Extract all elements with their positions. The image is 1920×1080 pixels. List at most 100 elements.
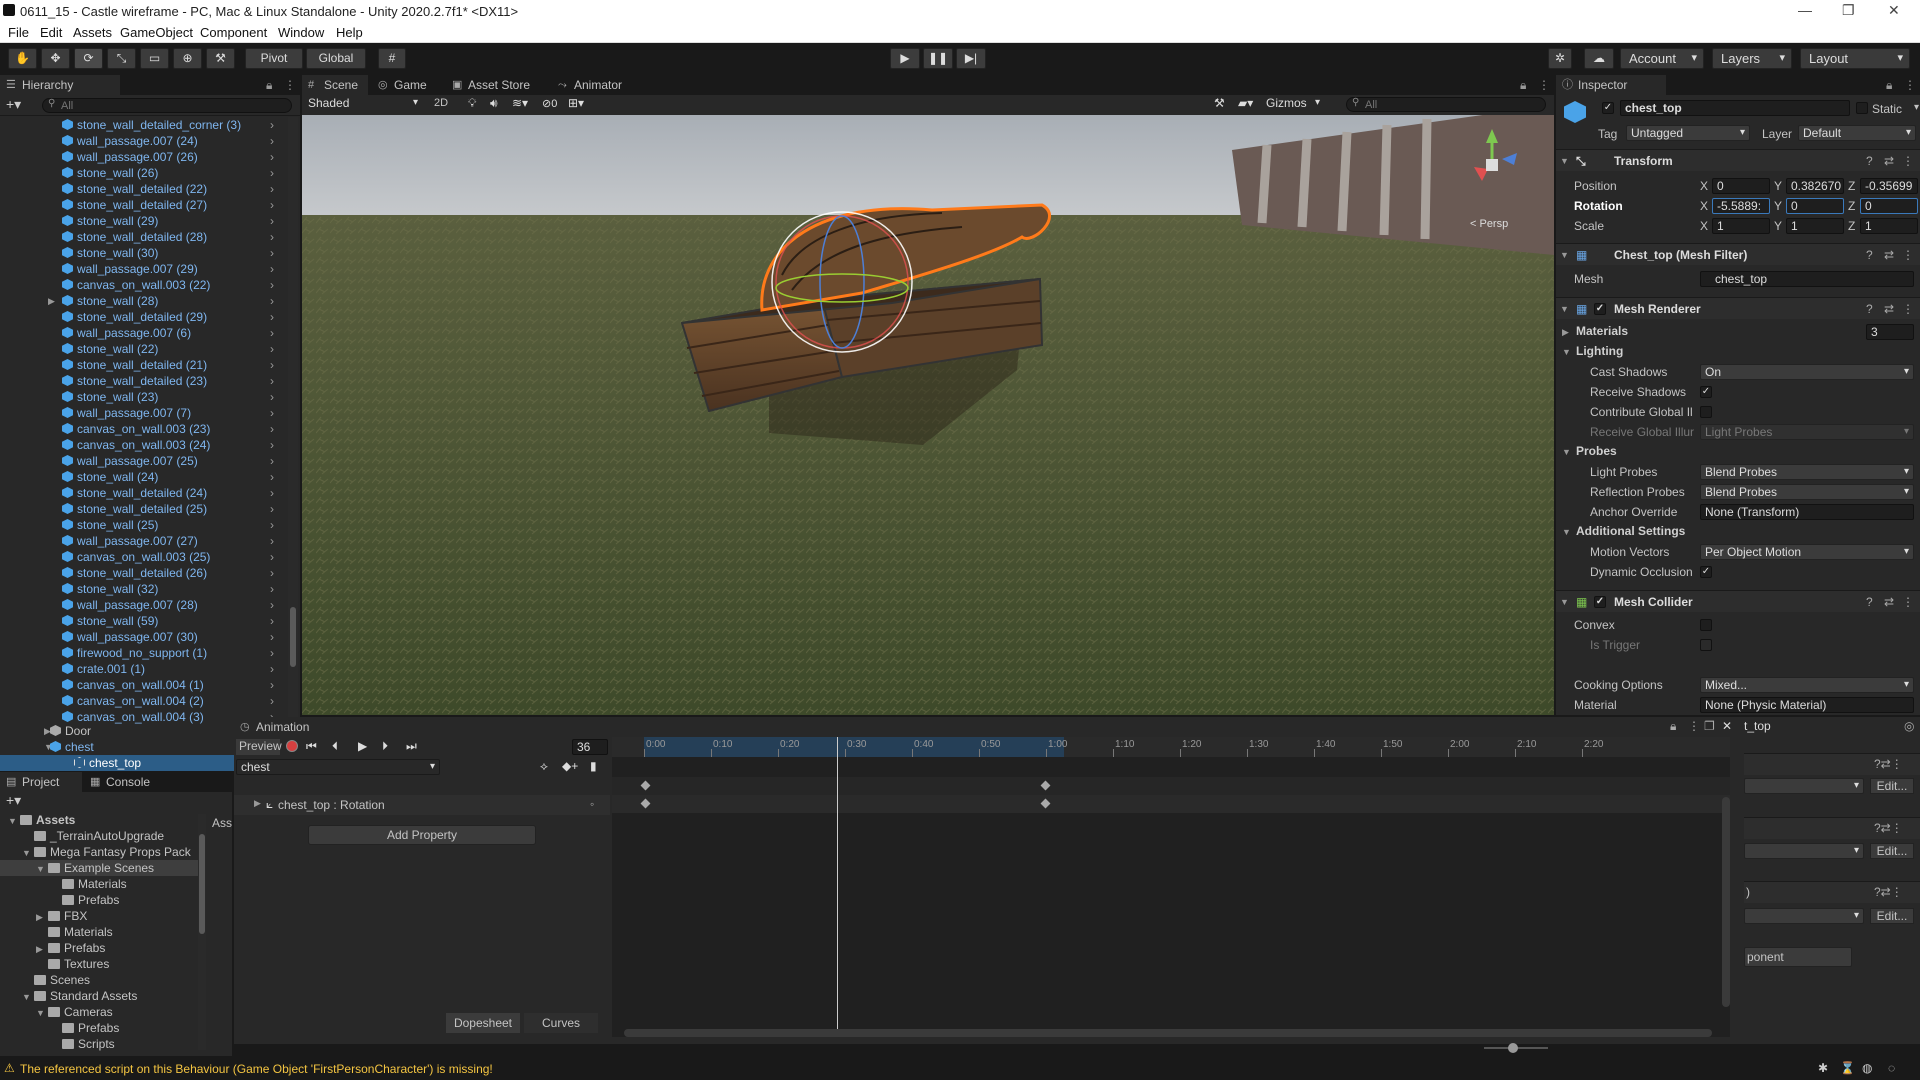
open-prefab-icon[interactable]: › — [270, 405, 274, 421]
tab-animation[interactable]: ◷ Animation — [234, 717, 324, 737]
hierarchy-item[interactable]: canvas_on_wall.004 (2) › — [62, 693, 288, 709]
hierarchy-item[interactable]: wall_passage.007 (30) › — [62, 629, 288, 645]
expand-icon[interactable]: ▶ — [254, 798, 261, 809]
layout-dropdown[interactable]: Layout — [1800, 48, 1910, 69]
light-probes-dropdown[interactable]: Blend Probes — [1700, 464, 1914, 480]
mesh-renderer-header[interactable]: ▼ ▦ ✓ Mesh Renderer ? ⇄ ⋮ — [1556, 297, 1920, 319]
layers-dropdown[interactable]: Layers — [1712, 48, 1792, 69]
active-checkbox[interactable]: ✓ — [1602, 102, 1614, 114]
layer-dropdown[interactable]: Default — [1798, 125, 1916, 141]
shading-mode-dropdown[interactable]: Shaded — [304, 96, 422, 112]
component-menu-icon[interactable]: ⋮ — [1902, 150, 1914, 172]
hierarchy-item[interactable]: stone_wall_detailed (26) › — [62, 565, 288, 581]
hierarchy-item[interactable]: stone_wall_detailed (21) › — [62, 357, 288, 373]
expand-icon[interactable]: ▼ — [8, 813, 20, 829]
open-prefab-icon[interactable]: › — [270, 517, 274, 533]
record-button[interactable] — [286, 740, 298, 752]
dynamic-occlusion-checkbox[interactable]: ✓ — [1700, 566, 1712, 578]
project-folder-item[interactable]: ▼ Standard Assets — [0, 988, 198, 1004]
audio-icon[interactable]: 🔊︎ — [490, 96, 498, 111]
open-prefab-icon[interactable]: › — [270, 133, 274, 149]
open-prefab-icon[interactable]: › — [270, 693, 274, 709]
help-icon[interactable]: ?⇄⋮ — [1874, 757, 1903, 771]
expand-icon[interactable]: ▶ — [48, 293, 55, 309]
probes-section[interactable]: Probes — [1576, 444, 1617, 458]
hierarchy-item[interactable]: canvas_on_wall.004 (1) › — [62, 677, 288, 693]
open-prefab-icon[interactable]: › — [270, 533, 274, 549]
edit-button-3[interactable]: Edit... — [1870, 908, 1914, 924]
open-prefab-icon[interactable]: › — [270, 165, 274, 181]
scale-tool-button[interactable]: ⤡ — [107, 48, 136, 69]
add-keyframe-icon[interactable]: ◆+ — [562, 759, 578, 773]
mesh-renderer-enabled-checkbox[interactable]: ✓ — [1594, 303, 1606, 315]
open-prefab-icon[interactable]: › — [270, 501, 274, 517]
materials-label[interactable]: Materials — [1576, 324, 1628, 338]
menu-file[interactable]: File — [8, 25, 29, 40]
hierarchy-item[interactable]: stone_wall (25) › — [62, 517, 288, 533]
project-folder-item[interactable]: ▼ Assets — [0, 812, 198, 828]
open-prefab-icon[interactable]: › — [270, 437, 274, 453]
project-folder-item[interactable]: ▼ Example Scenes — [0, 860, 198, 876]
open-prefab-icon[interactable]: › — [270, 149, 274, 165]
tab-scene[interactable]: # Scene — [302, 75, 368, 95]
hierarchy-item-door[interactable]: ▶ Door — [44, 723, 91, 739]
open-prefab-icon[interactable]: › — [270, 245, 274, 261]
add-event-icon[interactable]: ▮ — [590, 759, 597, 773]
summary-keyframe[interactable] — [640, 780, 651, 791]
next-keyframe-icon[interactable]: ⏵ — [382, 739, 388, 754]
grid-icon[interactable]: ⊞▾ — [568, 96, 584, 110]
floating-component-header-1[interactable]: ?⇄⋮ — [1744, 753, 1920, 775]
transform-tool-button[interactable]: ⊕ — [173, 48, 202, 69]
close-button[interactable]: ✕ — [1888, 2, 1900, 19]
timeline-ruler[interactable]: 0:00 0:10 0:20 0:30 0:40 0:50 1:00 1:10 1:20 1:30… — [612, 737, 1730, 757]
mesh-field[interactable]: chest_top — [1700, 271, 1914, 287]
add-property-button[interactable]: Add Property — [308, 825, 536, 845]
rotation-keyframe[interactable] — [640, 798, 651, 809]
open-prefab-icon[interactable]: › — [270, 293, 274, 309]
expand-icon[interactable]: ▼ — [36, 861, 48, 877]
project-folder-item[interactable]: Textures — [0, 956, 198, 972]
object-picker-icon[interactable]: ◎ — [1904, 719, 1914, 733]
project-folder-item[interactable]: Materials — [0, 876, 198, 892]
hierarchy-item[interactable]: stone_wall (30) › — [62, 245, 288, 261]
project-folder-item[interactable]: Prefabs — [0, 892, 198, 908]
status-warning-text[interactable]: The referenced script on this Behaviour … — [20, 1062, 493, 1076]
hierarchy-item[interactable]: firewood_no_support (1) › — [62, 645, 288, 661]
activity-icon[interactable]: ◌ — [1888, 1061, 1895, 1075]
mesh-collider-enabled-checkbox[interactable]: ✓ — [1594, 596, 1606, 608]
frame-field[interactable]: 36 — [572, 739, 608, 755]
menu-help[interactable]: Help — [336, 25, 363, 40]
property-row[interactable]: ▶ ⟀ chest_top : Rotation ◦ — [234, 795, 610, 815]
open-prefab-icon[interactable]: › — [270, 373, 274, 389]
expand-icon[interactable]: ▶ — [1562, 327, 1569, 338]
open-prefab-icon[interactable]: › — [270, 181, 274, 197]
debug-icon[interactable]: ✱ — [1818, 1061, 1828, 1075]
rotate-tool-button[interactable]: ⟳ — [74, 48, 103, 69]
open-prefab-icon[interactable]: › — [270, 469, 274, 485]
expand-icon[interactable]: ▼ — [36, 1005, 48, 1021]
project-folder-item[interactable]: ▼ Mega Fantasy Props Pack — [0, 844, 198, 860]
collapse-icon[interactable]: ▼ — [1562, 527, 1571, 537]
menu-gameobject[interactable]: GameObject — [120, 25, 193, 40]
menu-window[interactable]: Window — [278, 25, 324, 40]
create-asset-plus-icon[interactable]: +▾ — [6, 792, 21, 809]
scale-x-field[interactable]: 1 — [1712, 218, 1770, 234]
collapse-icon[interactable]: ▼ — [1560, 150, 1569, 172]
motion-vectors-dropdown[interactable]: Per Object Motion — [1700, 544, 1914, 560]
project-folder-item[interactable]: ▼ Cameras — [0, 1004, 198, 1020]
additional-settings-section[interactable]: Additional Settings — [1576, 524, 1685, 538]
floating-component-header-2[interactable]: ?⇄⋮ — [1744, 817, 1920, 839]
mesh-collider-header[interactable]: ▼ ▦ ✓ Mesh Collider ? ⇄ ⋮ — [1556, 590, 1920, 612]
hierarchy-item[interactable]: stone_wall_detailed (29) › — [62, 309, 288, 325]
tab-project[interactable]: ▤ Project — [0, 772, 82, 792]
rotation-z-field[interactable]: 0 — [1860, 198, 1918, 214]
collab-button[interactable]: ☁ — [1584, 48, 1614, 69]
hierarchy-item[interactable]: wall_passage.007 (7) › — [62, 405, 288, 421]
hidden-objects-toggle[interactable]: ⊘0 — [542, 97, 557, 110]
collapse-icon[interactable]: ▼ — [1560, 298, 1569, 320]
hierarchy-item[interactable]: stone_wall_detailed (27) › — [62, 197, 288, 213]
position-y-field[interactable]: 0.382670 — [1786, 178, 1844, 194]
static-checkbox[interactable] — [1856, 102, 1868, 114]
hierarchy-item[interactable]: stone_wall (23) › — [62, 389, 288, 405]
collapse-icon[interactable]: ▼ — [1562, 447, 1571, 457]
